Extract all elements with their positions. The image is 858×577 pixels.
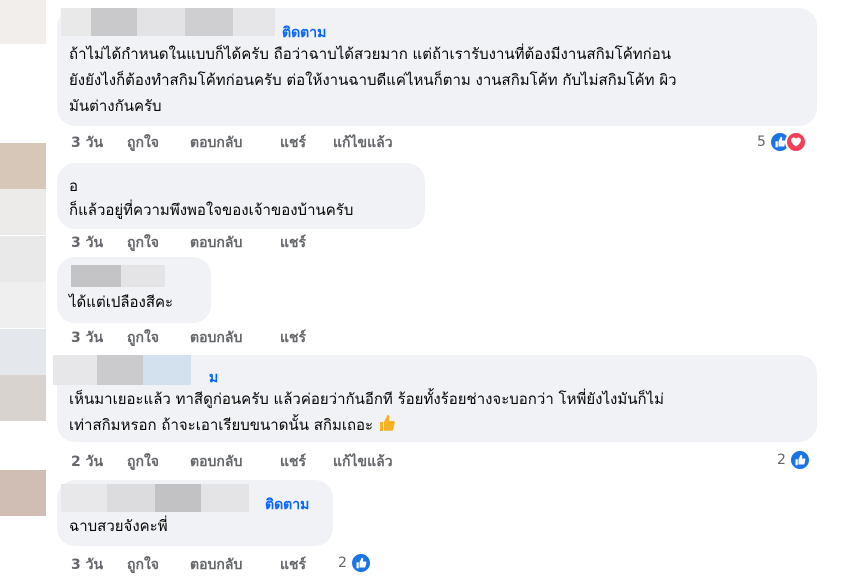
reply-button[interactable]: ตอบกลับ <box>190 133 242 153</box>
love-icon <box>784 131 807 153</box>
like-button[interactable]: ถูกใจ <box>127 555 159 575</box>
comment-actions: 3 วัน ถูกใจ ตอบกลับ แชร์ <box>71 233 331 255</box>
avatar-edge <box>0 189 46 235</box>
share-button[interactable]: แชร์ <box>280 328 306 348</box>
comment-text-line: ยังยังไงก็ต้องทำสกิมโค้ทก่อนครับ ต่อให้ง… <box>69 71 677 89</box>
reaction-count: 2 <box>777 452 786 468</box>
comment-text-fragment: เท่าสกิมหรอก ถ้าจะเอาเรียบขนาดนั้น สกิมเ… <box>69 416 374 434</box>
commenter-name[interactable] <box>53 355 191 385</box>
timestamp[interactable]: 3 วัน <box>71 133 103 153</box>
share-button[interactable]: แชร์ <box>280 452 306 472</box>
thumbs-up-emoji <box>378 413 396 433</box>
avatar-edge <box>0 375 46 421</box>
reaction-count: 5 <box>757 134 766 150</box>
reaction-summary[interactable]: 5 <box>757 130 807 154</box>
timestamp[interactable]: 3 วัน <box>71 233 103 253</box>
like-button[interactable]: ถูกใจ <box>127 233 159 253</box>
comment-bubble: ม เห็นมาเยอะแล้ว ทาสีดูก่อนครับ แล้วค่อย… <box>53 355 817 442</box>
reply-button[interactable]: ตอบกลับ <box>190 452 242 472</box>
timestamp[interactable]: 3 วัน <box>71 328 103 348</box>
comment-text-line: ก็แล้วอยู่ที่ความพึงพอใจของเจ้าของบ้านคร… <box>69 201 354 219</box>
comment-text-line: เท่าสกิมหรอก ถ้าจะเอาเรียบขนาดนั้น สกิมเ… <box>69 412 396 438</box>
like-icon <box>788 449 811 471</box>
like-icon <box>349 552 372 574</box>
reply-button[interactable]: ตอบกลับ <box>190 233 242 253</box>
reply-button[interactable]: ตอบกลับ <box>190 328 242 348</box>
avatar[interactable] <box>0 470 46 516</box>
reaction-count: 2 <box>338 555 347 571</box>
reply-button[interactable]: ตอบกลับ <box>190 555 242 575</box>
comment-text-line: เห็นมาเยอะแล้ว ทาสีดูก่อนครับ แล้วค่อยว่… <box>69 390 664 408</box>
timestamp[interactable]: 2 วัน <box>71 452 103 472</box>
like-button[interactable]: ถูกใจ <box>127 133 159 153</box>
comment-actions: 3 วัน ถูกใจ ตอบกลับ แชร์ <box>71 328 331 350</box>
share-button[interactable]: แชร์ <box>280 133 306 153</box>
comment-bubble: ได้แต่เปลืองสีคะ <box>57 257 211 323</box>
share-button[interactable]: แชร์ <box>280 233 306 253</box>
comment-actions: 3 วัน ถูกใจ ตอบกลับ แชร์ แก้ไขแล้ว <box>71 133 431 155</box>
comment-text-line: ถ้าไม่ได้กำหนดในแบบก็ได้ครับ ถือว่าฉาบได… <box>69 45 671 63</box>
comment-text-line: อ <box>69 177 79 195</box>
like-button[interactable]: ถูกใจ <box>127 328 159 348</box>
comment-text-line: ได้แต่เปลืองสีคะ <box>69 293 174 311</box>
commenter-name[interactable] <box>61 8 275 36</box>
comment-bubble: อ ก็แล้วอยู่ที่ความพึงพอใจของเจ้าของบ้าน… <box>57 163 425 229</box>
follow-link[interactable]: ติดตาม <box>265 494 309 516</box>
comment-text-line: มันต่างกันครับ <box>69 97 162 115</box>
share-button[interactable]: แชร์ <box>280 555 306 575</box>
edited-label[interactable]: แก้ไขแล้ว <box>333 133 393 153</box>
avatar[interactable] <box>0 236 46 282</box>
avatar[interactable] <box>0 329 46 375</box>
comment-text-line: ฉาบสวยจังคะพี่ <box>69 517 168 535</box>
edited-label[interactable]: แก้ไขแล้ว <box>333 452 393 472</box>
comment-bubble: ติดตาม ถ้าไม่ได้กำหนดในแบบก็ได้ครับ ถือว… <box>57 8 817 126</box>
avatar[interactable] <box>0 143 46 189</box>
avatar[interactable] <box>0 0 46 44</box>
like-button[interactable]: ถูกใจ <box>127 452 159 472</box>
reaction-summary[interactable]: 2 <box>777 448 811 472</box>
avatar-edge <box>0 282 46 328</box>
comment-bubble: ติดตาม ฉาบสวยจังคะพี่ <box>57 480 333 546</box>
timestamp[interactable]: 3 วัน <box>71 555 103 575</box>
comment-actions: 2 วัน ถูกใจ ตอบกลับ แชร์ แก้ไขแล้ว <box>71 452 431 474</box>
commenter-name[interactable] <box>71 265 165 287</box>
commenter-name[interactable] <box>61 484 249 512</box>
reaction-summary[interactable]: 2 <box>338 551 372 575</box>
comment-actions: 3 วัน ถูกใจ ตอบกลับ แชร์ <box>71 555 331 577</box>
